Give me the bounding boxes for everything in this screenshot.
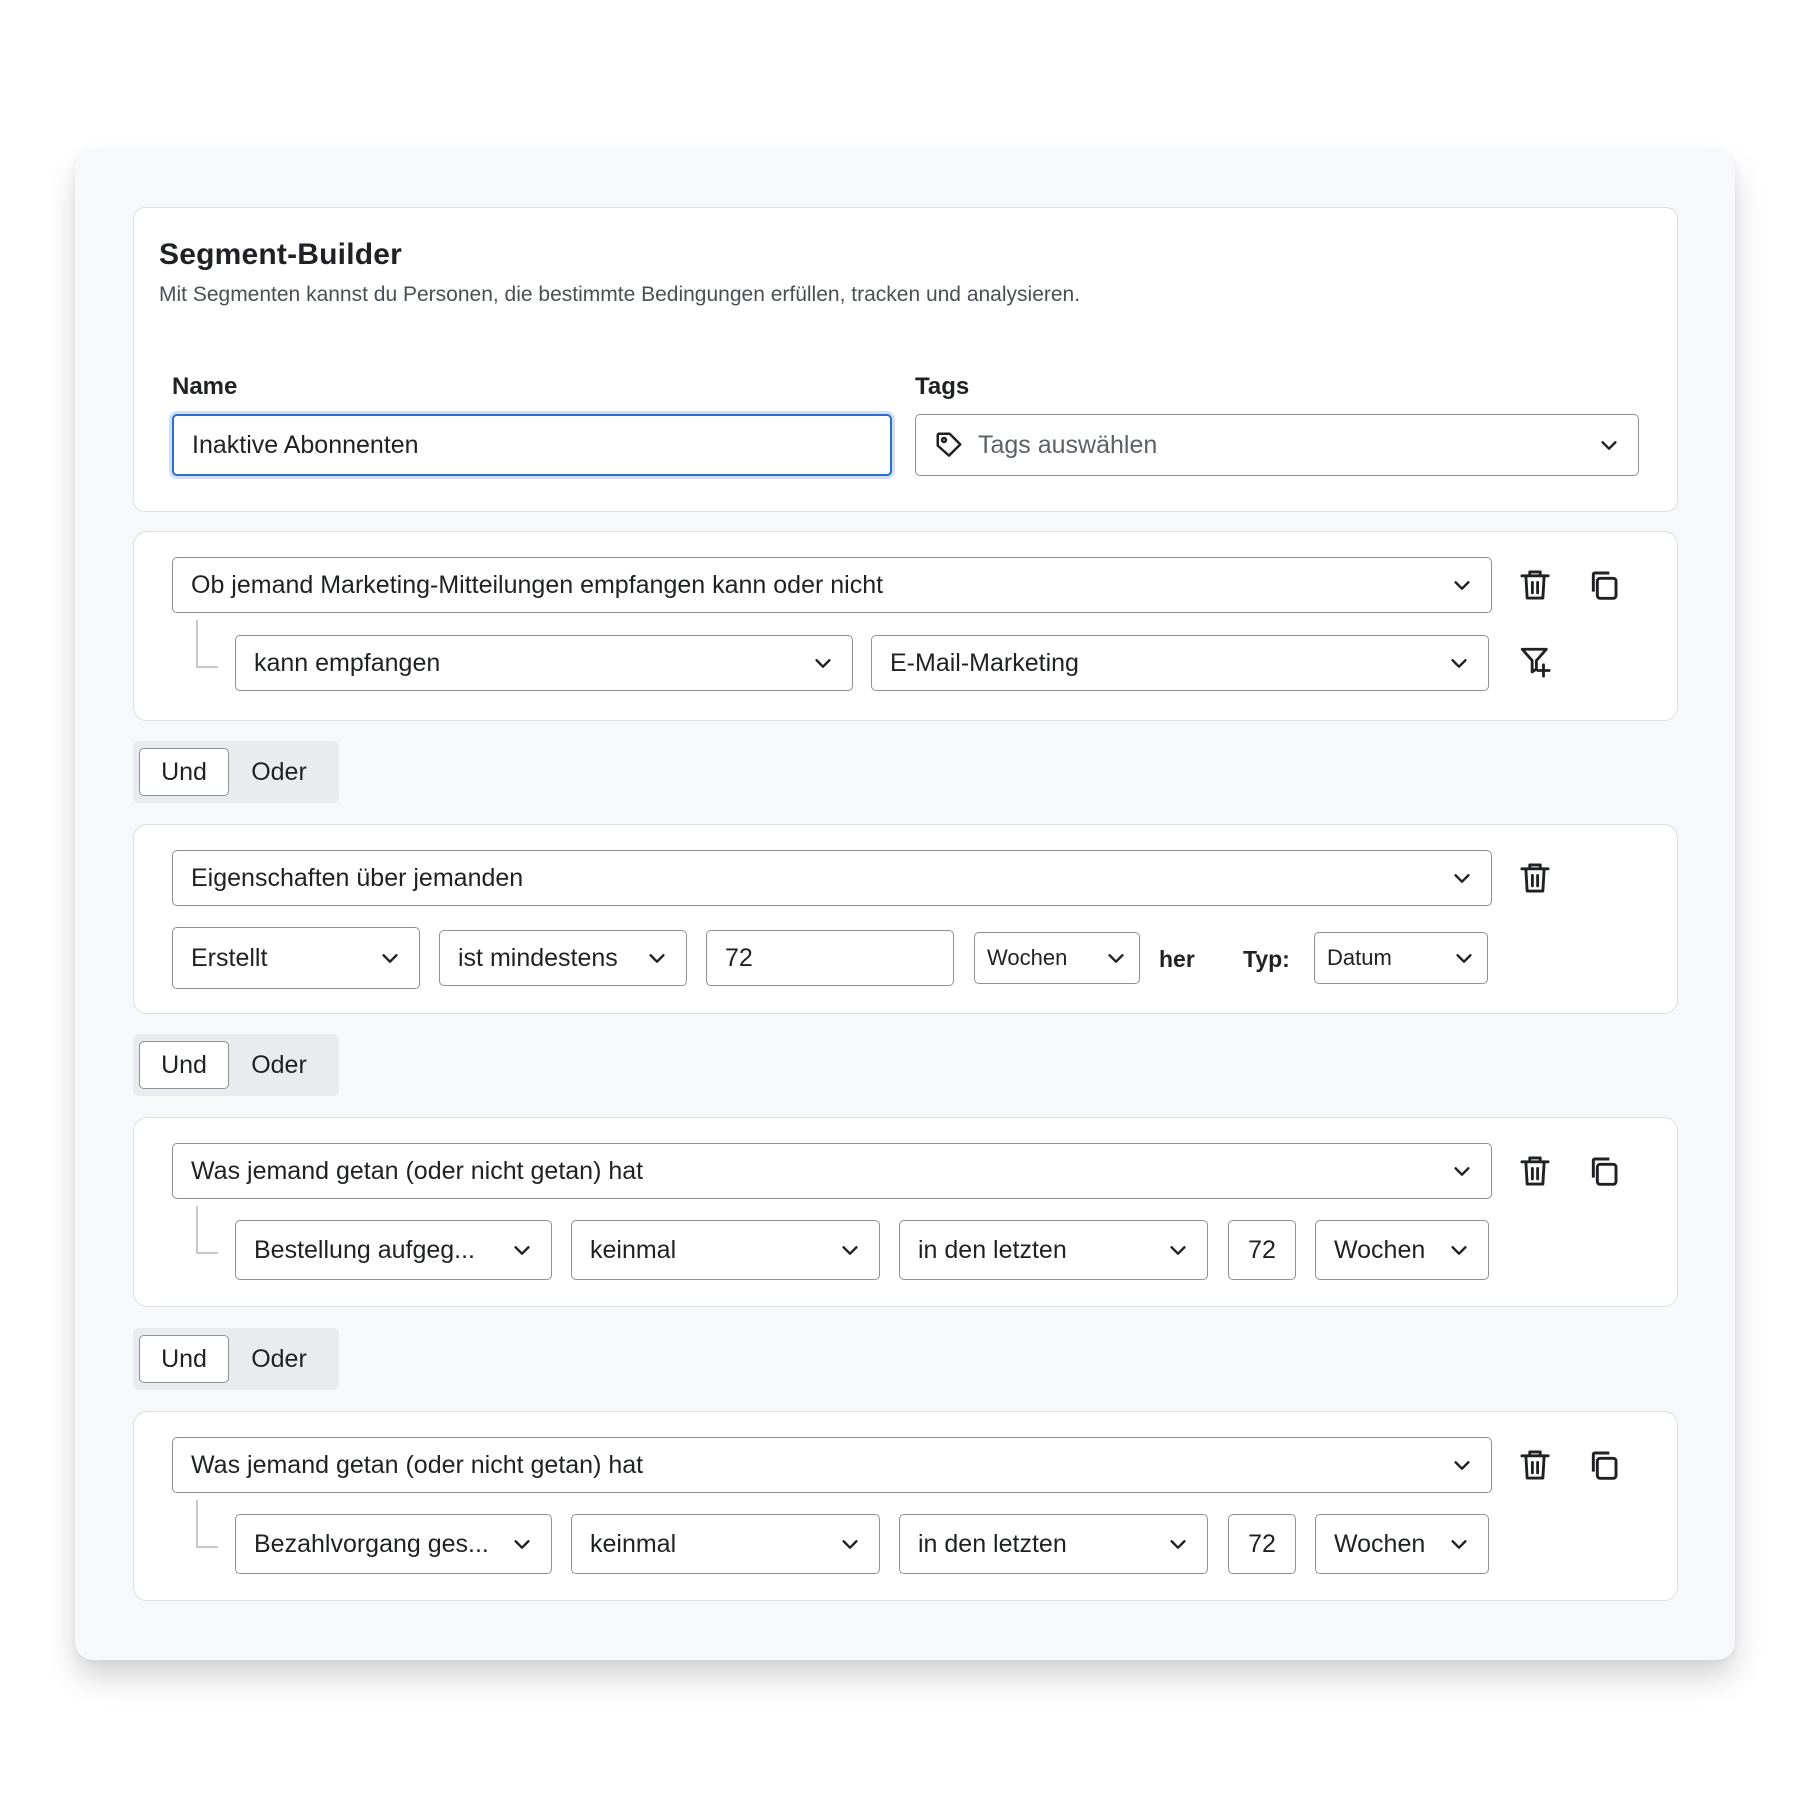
chevron-down-icon [1448, 1533, 1470, 1555]
frequency-select[interactable]: keinmal [571, 1514, 880, 1574]
event-value: Bezahlvorgang ges... [254, 1529, 489, 1558]
unit-value: Wochen [1334, 1235, 1426, 1264]
condition-type-select[interactable]: Was jemand getan (oder nicht getan) hat [172, 1143, 1492, 1199]
condition-card-2: Eigenschaften über jemanden Erstellt ist… [133, 824, 1678, 1014]
trash-icon[interactable] [1515, 1445, 1555, 1485]
suffix-text: her [1159, 946, 1195, 972]
or-option[interactable]: Oder [229, 748, 329, 796]
chevron-down-icon [511, 1239, 533, 1261]
frequency-select[interactable]: keinmal [571, 1220, 880, 1280]
and-option[interactable]: Und [139, 1335, 229, 1383]
condition-card-4: Was jemand getan (oder nicht getan) hat … [133, 1411, 1678, 1601]
condition-card-3: Was jemand getan (oder nicht getan) hat … [133, 1117, 1678, 1307]
amount-value: 72 [1248, 1235, 1276, 1264]
logic-toggle-2: Und Oder [133, 1034, 339, 1096]
type-label: Typ: [1243, 946, 1290, 972]
and-option[interactable]: Und [139, 1041, 229, 1089]
filter-plus-icon[interactable] [1515, 642, 1555, 682]
condition-type-value: Was jemand getan (oder nicht getan) hat [191, 1450, 644, 1479]
chevron-down-icon [646, 947, 668, 969]
chevron-down-icon [511, 1533, 533, 1555]
condition-type-select[interactable]: Eigenschaften über jemanden [172, 850, 1492, 906]
event-select[interactable]: Bestellung aufgeg... [235, 1220, 552, 1280]
chevron-down-icon [1167, 1533, 1189, 1555]
chevron-down-icon [1451, 574, 1473, 596]
page-subtitle: Mit Segmenten kannst du Personen, die be… [159, 283, 1081, 306]
channel-select[interactable]: E-Mail-Marketing [871, 635, 1489, 691]
condition-type-select[interactable]: Was jemand getan (oder nicht getan) hat [172, 1437, 1492, 1493]
chevron-down-icon [839, 1533, 861, 1555]
property-select[interactable]: Erstellt [172, 927, 420, 989]
page-title: Segment-Builder [159, 238, 403, 271]
tag-icon [934, 430, 964, 460]
condition-type-value: Ob jemand Marketing-Mitteilungen empfang… [191, 570, 884, 599]
logic-toggle-1: Und Oder [133, 741, 339, 803]
trash-icon[interactable] [1515, 858, 1555, 898]
chevron-down-icon [1105, 947, 1127, 969]
tags-placeholder: Tags auswählen [978, 430, 1158, 459]
operator-select[interactable]: ist mindestens [439, 930, 687, 986]
chevron-down-icon [379, 947, 401, 969]
amount-input[interactable]: 72 [706, 930, 954, 986]
copy-icon[interactable] [1584, 565, 1624, 605]
unit-select[interactable]: Wochen [974, 932, 1140, 984]
condition-type-value: Was jemand getan (oder nicht getan) hat [191, 1156, 644, 1185]
chevron-down-icon [812, 652, 834, 674]
amount-value: 72 [1248, 1529, 1276, 1558]
name-label: Name [172, 373, 238, 400]
tags-label: Tags [915, 373, 970, 400]
timeframe-value: in den letzten [918, 1529, 1067, 1558]
trash-icon[interactable] [1515, 1151, 1555, 1191]
segment-name-input[interactable]: Inaktive Abonnenten [172, 414, 892, 476]
chevron-down-icon [839, 1239, 861, 1261]
chevron-down-icon [1451, 1454, 1473, 1476]
copy-icon[interactable] [1584, 1445, 1624, 1485]
value-type-select[interactable]: Datum [1314, 932, 1488, 984]
status-value: kann empfangen [254, 648, 441, 677]
condition-card-1: Ob jemand Marketing-Mitteilungen empfang… [133, 531, 1678, 721]
chevron-down-icon [1451, 1160, 1473, 1182]
chevron-down-icon [1453, 947, 1475, 969]
unit-select[interactable]: Wochen [1315, 1514, 1489, 1574]
or-option[interactable]: Oder [229, 1335, 329, 1383]
event-value: Bestellung aufgeg... [254, 1235, 475, 1264]
tree-connector [196, 620, 218, 668]
amount-input[interactable]: 72 [1228, 1220, 1296, 1280]
chevron-down-icon [1451, 867, 1473, 889]
tree-connector [196, 1500, 218, 1548]
and-option[interactable]: Und [139, 748, 229, 796]
frequency-value: keinmal [590, 1529, 677, 1558]
channel-value: E-Mail-Marketing [890, 648, 1079, 677]
unit-value: Wochen [1334, 1529, 1426, 1558]
status-select[interactable]: kann empfangen [235, 635, 853, 691]
timeframe-select[interactable]: in den letzten [899, 1220, 1208, 1280]
chevron-down-icon [1448, 652, 1470, 674]
amount-value: 72 [725, 943, 753, 972]
tree-connector [196, 1206, 218, 1254]
unit-value: Wochen [987, 945, 1068, 970]
tags-select[interactable]: Tags auswählen [915, 414, 1639, 476]
segment-name-value: Inaktive Abonnenten [192, 430, 419, 459]
timeframe-value: in den letzten [918, 1235, 1067, 1264]
condition-type-select[interactable]: Ob jemand Marketing-Mitteilungen empfang… [172, 557, 1492, 613]
trash-icon[interactable] [1515, 565, 1555, 605]
unit-select[interactable]: Wochen [1315, 1220, 1489, 1280]
amount-input[interactable]: 72 [1228, 1514, 1296, 1574]
frequency-value: keinmal [590, 1235, 677, 1264]
chevron-down-icon [1448, 1239, 1470, 1261]
condition-type-value: Eigenschaften über jemanden [191, 863, 524, 892]
chevron-down-icon [1598, 434, 1620, 456]
value-type-value: Datum [1327, 945, 1392, 970]
segment-header-card: Segment-Builder Mit Segmenten kannst du … [133, 207, 1678, 512]
property-value: Erstellt [191, 943, 268, 972]
or-option[interactable]: Oder [229, 1041, 329, 1089]
operator-value: ist mindestens [458, 943, 618, 972]
logic-toggle-3: Und Oder [133, 1328, 339, 1390]
timeframe-select[interactable]: in den letzten [899, 1514, 1208, 1574]
event-select[interactable]: Bezahlvorgang ges... [235, 1514, 552, 1574]
chevron-down-icon [1167, 1239, 1189, 1261]
copy-icon[interactable] [1584, 1151, 1624, 1191]
